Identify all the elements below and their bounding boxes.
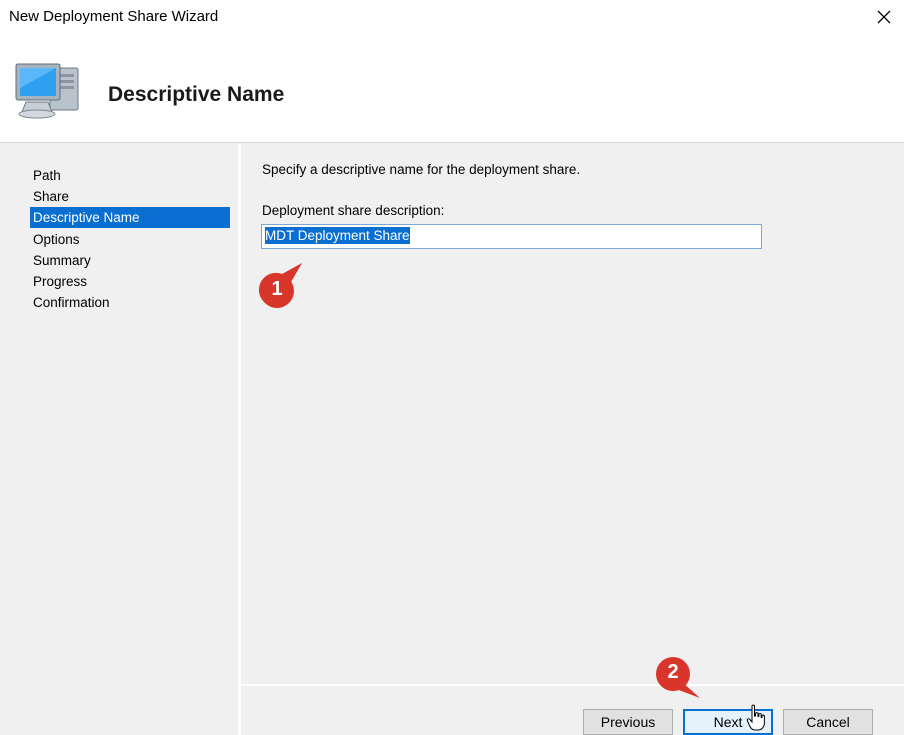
step-summary[interactable]: Summary (30, 250, 230, 271)
step-options[interactable]: Options (30, 229, 230, 250)
step-progress[interactable]: Progress (30, 271, 230, 292)
callout-marker-2: 2 (654, 656, 704, 700)
computer-monitor-icon (15, 63, 79, 119)
previous-button[interactable]: Previous (583, 709, 673, 735)
step-path[interactable]: Path (30, 165, 230, 186)
window-title: New Deployment Share Wizard (9, 8, 219, 25)
description-input-value: MDT Deployment Share (265, 227, 410, 244)
description-input[interactable]: MDT Deployment Share (261, 224, 762, 249)
close-button[interactable] (864, 0, 904, 34)
callout-marker-1: 1 (258, 262, 304, 310)
description-label: Deployment share description: (262, 203, 445, 218)
title-bar: New Deployment Share Wizard (0, 0, 904, 34)
step-confirmation[interactable]: Confirmation (30, 292, 230, 313)
cancel-button[interactable]: Cancel (783, 709, 873, 735)
callout-number-1: 1 (271, 278, 283, 300)
step-descriptive-name[interactable]: Descriptive Name (30, 207, 230, 228)
button-bar-separator (241, 684, 904, 686)
instruction-text: Specify a descriptive name for the deplo… (262, 162, 581, 177)
callout-number-2: 2 (667, 661, 679, 683)
hand-pointer-icon (746, 704, 765, 731)
wizard-content: Specify a descriptive name for the deplo… (241, 144, 904, 684)
close-icon (877, 10, 891, 24)
wizard-header: Descriptive Name (0, 34, 904, 143)
page-title: Descriptive Name (108, 83, 285, 106)
step-share[interactable]: Share (30, 186, 230, 207)
